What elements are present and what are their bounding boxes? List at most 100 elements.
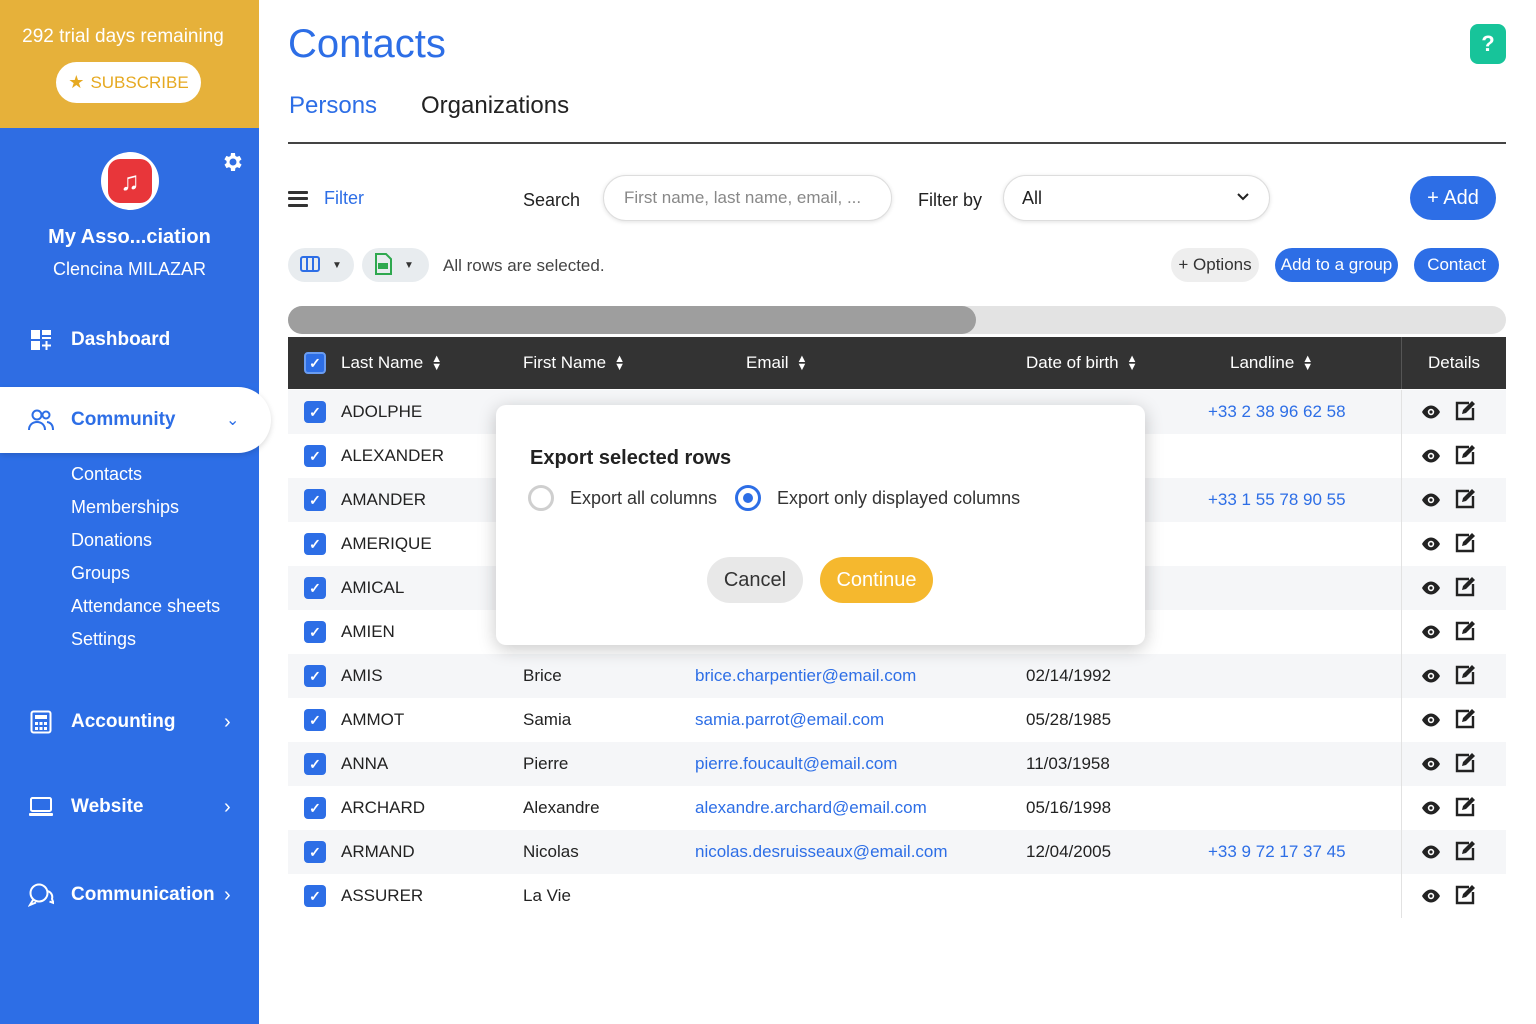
sidebar-subitem-donations[interactable]: Donations (71, 530, 152, 551)
table-row[interactable]: ✓ ARCHARD Alexandre alexandre.archard@email… (288, 786, 1506, 830)
chevron-down-icon: ⌄ (226, 412, 240, 429)
horizontal-scrollbar[interactable] (288, 306, 1506, 334)
calculator-icon (28, 709, 54, 735)
sidebar-subitem-settings[interactable]: Settings (71, 629, 136, 650)
column-header-last-name[interactable]: Last Name ▲ ▼ (341, 353, 442, 373)
row-checkbox[interactable]: ✓ (304, 489, 326, 511)
row-checkbox[interactable]: ✓ (304, 621, 326, 643)
gear-icon[interactable] (220, 150, 244, 181)
radio-checked[interactable] (735, 485, 761, 511)
row-checkbox[interactable]: ✓ (304, 533, 326, 555)
column-header-dob[interactable]: Date of birth ▲ ▼ (1026, 353, 1138, 373)
edit-icon[interactable] (1454, 752, 1476, 779)
column-header-email[interactable]: Email ▲ ▼ (746, 353, 807, 373)
edit-icon[interactable] (1454, 488, 1476, 515)
eye-icon[interactable] (1421, 886, 1441, 911)
scrollbar-thumb[interactable] (288, 306, 976, 334)
column-header-first-name[interactable]: First Name ▲ ▼ (523, 353, 625, 373)
first-name-cell: Samia (523, 710, 572, 729)
tab-persons[interactable]: Persons (289, 92, 377, 120)
contact-button[interactable]: Contact (1414, 248, 1499, 282)
edit-icon[interactable] (1454, 708, 1476, 735)
eye-icon[interactable] (1421, 842, 1441, 867)
filter-toggle[interactable]: Filter (288, 188, 364, 209)
edit-icon[interactable] (1454, 796, 1476, 823)
sidebar-item-website[interactable]: Website › (0, 777, 259, 837)
export-xls-toggle[interactable]: ▼ (362, 248, 429, 282)
sidebar-item-dashboard[interactable]: Dashboard (0, 310, 259, 370)
tab-organizations[interactable]: Organizations (421, 92, 569, 120)
sidebar-subitem-groups[interactable]: Groups (71, 563, 130, 584)
radio-unchecked[interactable] (528, 485, 554, 511)
organization-logo[interactable]: ♫ (101, 152, 159, 210)
eye-icon[interactable] (1421, 622, 1441, 647)
row-checkbox[interactable]: ✓ (304, 885, 326, 907)
eye-icon[interactable] (1421, 666, 1441, 691)
eye-icon[interactable] (1421, 754, 1441, 779)
eye-icon[interactable] (1421, 534, 1441, 559)
edit-icon[interactable] (1454, 620, 1476, 647)
eye-icon[interactable] (1421, 578, 1441, 603)
eye-icon[interactable] (1421, 798, 1441, 823)
landline-link[interactable]: +33 2 38 96 62 58 (1208, 402, 1346, 422)
edit-icon[interactable] (1454, 840, 1476, 867)
email-link[interactable]: nicolas.desruisseaux@email.com (695, 842, 948, 862)
add-to-group-button[interactable]: Add to a group (1275, 248, 1398, 282)
edit-icon[interactable] (1454, 444, 1476, 471)
xls-file-icon (374, 252, 392, 278)
row-checkbox[interactable]: ✓ (304, 753, 326, 775)
edit-icon[interactable] (1454, 664, 1476, 691)
subscribe-button[interactable]: ★ SUBSCRIBE (56, 62, 201, 103)
sidebar-subitem-contacts[interactable]: Contacts (71, 464, 142, 485)
table-row[interactable]: ✓ ANNA Pierre pierre.foucault@email.com 11/0… (288, 742, 1506, 786)
row-checkbox[interactable]: ✓ (304, 797, 326, 819)
music-note-icon: ♫ (108, 159, 152, 203)
eye-icon[interactable] (1421, 490, 1441, 515)
edit-icon[interactable] (1454, 884, 1476, 911)
search-input[interactable] (603, 175, 892, 221)
option-label: Export all columns (570, 487, 718, 508)
row-checkbox[interactable]: ✓ (304, 665, 326, 687)
sidebar-item-label: Communication (71, 884, 215, 905)
export-all-columns-option[interactable]: Export all columns (528, 485, 717, 511)
table-row[interactable]: ✓ ARMAND Nicolas nicolas.desruisseaux@email… (288, 830, 1506, 874)
last-name-cell: ARCHARD (341, 798, 426, 817)
table-row[interactable]: ✓ AMMOT Samia samia.parrot@email.com 05/28/1… (288, 698, 1506, 742)
eye-icon[interactable] (1421, 446, 1441, 471)
table-row[interactable]: ✓ ASSURER La Vie (288, 874, 1506, 918)
sidebar-subitem-memberships[interactable]: Memberships (71, 497, 179, 518)
sidebar-item-community[interactable]: Community ⌄ (0, 387, 271, 453)
landline-link[interactable]: +33 9 72 17 37 45 (1208, 842, 1346, 862)
row-checkbox[interactable]: ✓ (304, 709, 326, 731)
trial-banner: 292 trial days remaining ★ SUBSCRIBE (0, 0, 259, 128)
options-button[interactable]: + Options (1171, 248, 1259, 282)
email-link[interactable]: samia.parrot@email.com (695, 710, 884, 730)
row-checkbox[interactable]: ✓ (304, 841, 326, 863)
email-link[interactable]: pierre.foucault@email.com (695, 754, 897, 774)
table-row[interactable]: ✓ AMIS Brice brice.charpentier@email.com 02/… (288, 654, 1506, 698)
sidebar-item-accounting[interactable]: Accounting › (0, 692, 259, 752)
export-displayed-columns-option[interactable]: Export only displayed columns (735, 485, 1020, 511)
row-checkbox[interactable]: ✓ (304, 401, 326, 423)
edit-icon[interactable] (1454, 532, 1476, 559)
eye-icon[interactable] (1421, 402, 1441, 427)
add-button[interactable]: + Add (1410, 176, 1496, 220)
sidebar-subitem-attendance[interactable]: Attendance sheets (71, 596, 220, 617)
select-all-checkbox[interactable]: ✓ (304, 352, 326, 374)
email-link[interactable]: brice.charpentier@email.com (695, 666, 916, 686)
help-button[interactable]: ? (1470, 24, 1506, 64)
row-checkbox[interactable]: ✓ (304, 445, 326, 467)
continue-button[interactable]: Continue (820, 557, 933, 603)
sidebar-item-communication[interactable]: Communication › (0, 865, 259, 925)
sort-icon: ▲ ▼ (614, 353, 626, 373)
column-header-landline[interactable]: Landline ▲ ▼ (1230, 353, 1313, 373)
landline-link[interactable]: +33 1 55 78 90 55 (1208, 490, 1346, 510)
edit-icon[interactable] (1454, 576, 1476, 603)
email-link[interactable]: alexandre.archard@email.com (695, 798, 927, 818)
cancel-button[interactable]: Cancel (707, 557, 803, 603)
eye-icon[interactable] (1421, 710, 1441, 735)
row-checkbox[interactable]: ✓ (304, 577, 326, 599)
filter-by-select[interactable]: All (1003, 175, 1270, 221)
edit-icon[interactable] (1454, 400, 1476, 427)
columns-toggle[interactable]: ▼ (288, 248, 354, 282)
